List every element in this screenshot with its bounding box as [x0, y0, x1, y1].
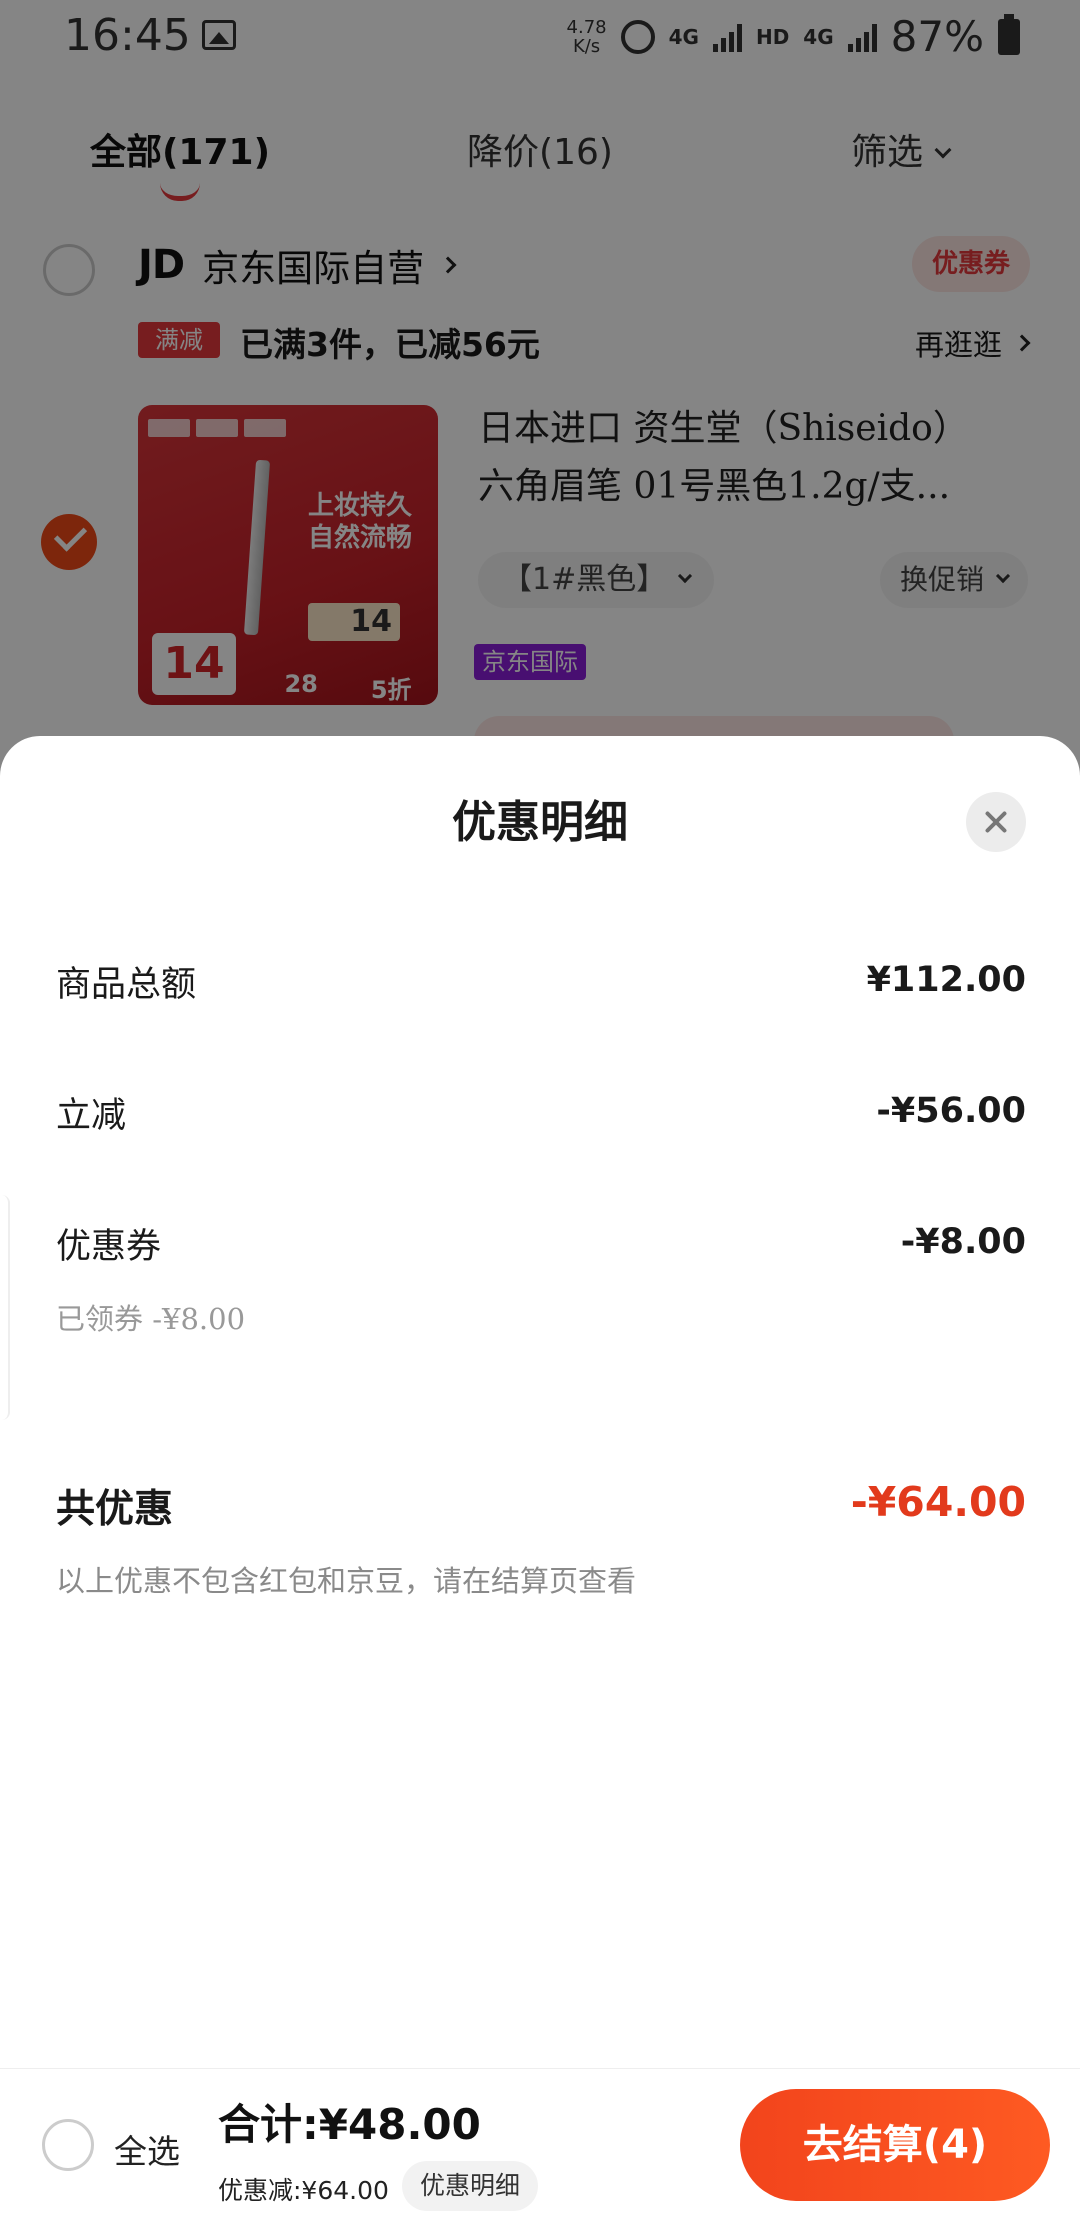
total-discount-value: -¥64.00	[850, 1478, 1026, 1526]
cart-total: 合计:¥48.00	[218, 2100, 481, 2149]
cart-discount: 优惠减:¥64.00	[218, 2176, 389, 2205]
row-label: 优惠券	[56, 1227, 162, 1267]
side-handle	[0, 1195, 10, 1420]
row-value: -¥56.00	[876, 1091, 1026, 1131]
select-all-radio[interactable]	[42, 2119, 94, 2171]
checkout-button[interactable]: 去结算(4)	[740, 2089, 1050, 2201]
discount-detail-button[interactable]: 优惠明细	[402, 2161, 539, 2211]
close-button[interactable]	[966, 792, 1026, 852]
discount-detail-sheet: 优惠明细 商品总额 ¥112.00 立减 -¥56.00 优惠券 -¥8.00 …	[0, 736, 1080, 2068]
row-label: 商品总额	[56, 965, 197, 1005]
modal-backdrop[interactable]	[0, 0, 1080, 800]
shop-card: JD 京东国际自营 优惠券 满减 已满3件，已减56元 再逛逛 上妆持久 自然流…	[0, 0, 1080, 800]
total-discount-note: 以上优惠不包含红包和京豆，请在结算页查看	[56, 1564, 637, 1598]
row-value: ¥112.00	[866, 960, 1026, 1000]
checkout-bar: 全选 合计:¥48.00 优惠减:¥64.00 优惠明细 去结算(4)	[0, 2068, 1080, 2220]
sheet-title: 优惠明细	[452, 797, 628, 848]
select-all-label[interactable]: 全选	[114, 2125, 180, 2173]
row-sub-note: 已领券 -¥8.00	[56, 1302, 246, 1336]
row-label: 立减	[56, 1096, 127, 1136]
row-value: -¥8.00	[900, 1222, 1026, 1262]
total-discount-label: 共优惠	[56, 1486, 174, 1532]
